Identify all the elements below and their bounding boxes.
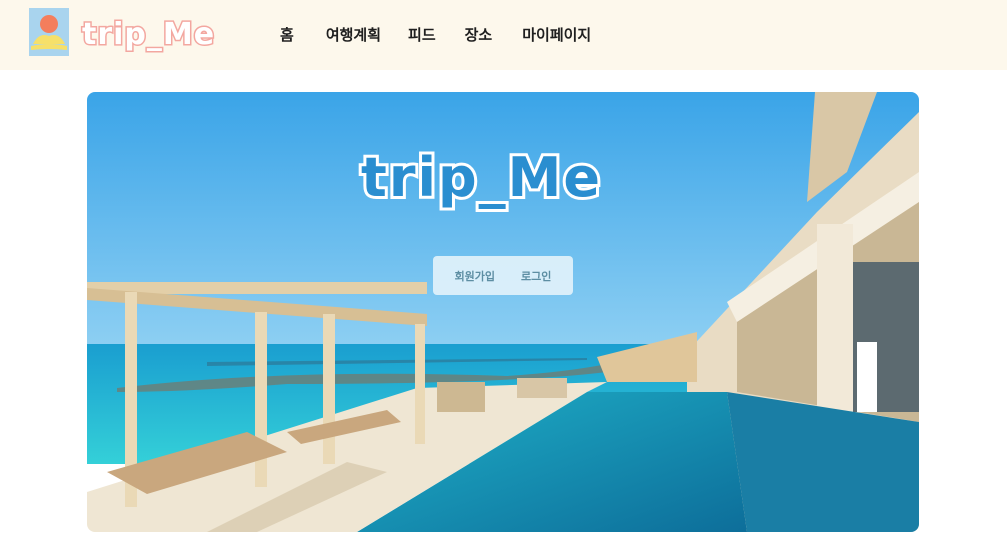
top-navbar: trip_Me 홈 여행계획 피드 장소 마이페이지 <box>0 0 1007 70</box>
nav-my-page[interactable]: 마이페이지 <box>522 23 591 47</box>
login-link[interactable]: 로그인 <box>521 268 551 284</box>
hero-banner: trip_Me 회원가입 로그인 <box>87 92 919 532</box>
auth-button-group: 회원가입 로그인 <box>433 256 573 295</box>
nav-home[interactable]: 홈 <box>280 23 294 47</box>
sun-over-sand-icon[interactable] <box>29 8 69 56</box>
hero-logo-wordmark: trip_Me <box>358 144 603 212</box>
nav-places[interactable]: 장소 <box>465 23 493 47</box>
svg-text:trip_Me: trip_Me <box>82 17 215 52</box>
nav-feed[interactable]: 피드 <box>408 23 436 47</box>
signup-link[interactable]: 회원가입 <box>455 268 495 284</box>
logo-wordmark[interactable]: trip_Me <box>80 13 236 57</box>
nav-travel-plan[interactable]: 여행계획 <box>326 23 381 47</box>
svg-text:trip_Me: trip_Me <box>361 146 602 209</box>
main-nav: 홈 여행계획 피드 장소 마이페이지 <box>280 23 591 47</box>
